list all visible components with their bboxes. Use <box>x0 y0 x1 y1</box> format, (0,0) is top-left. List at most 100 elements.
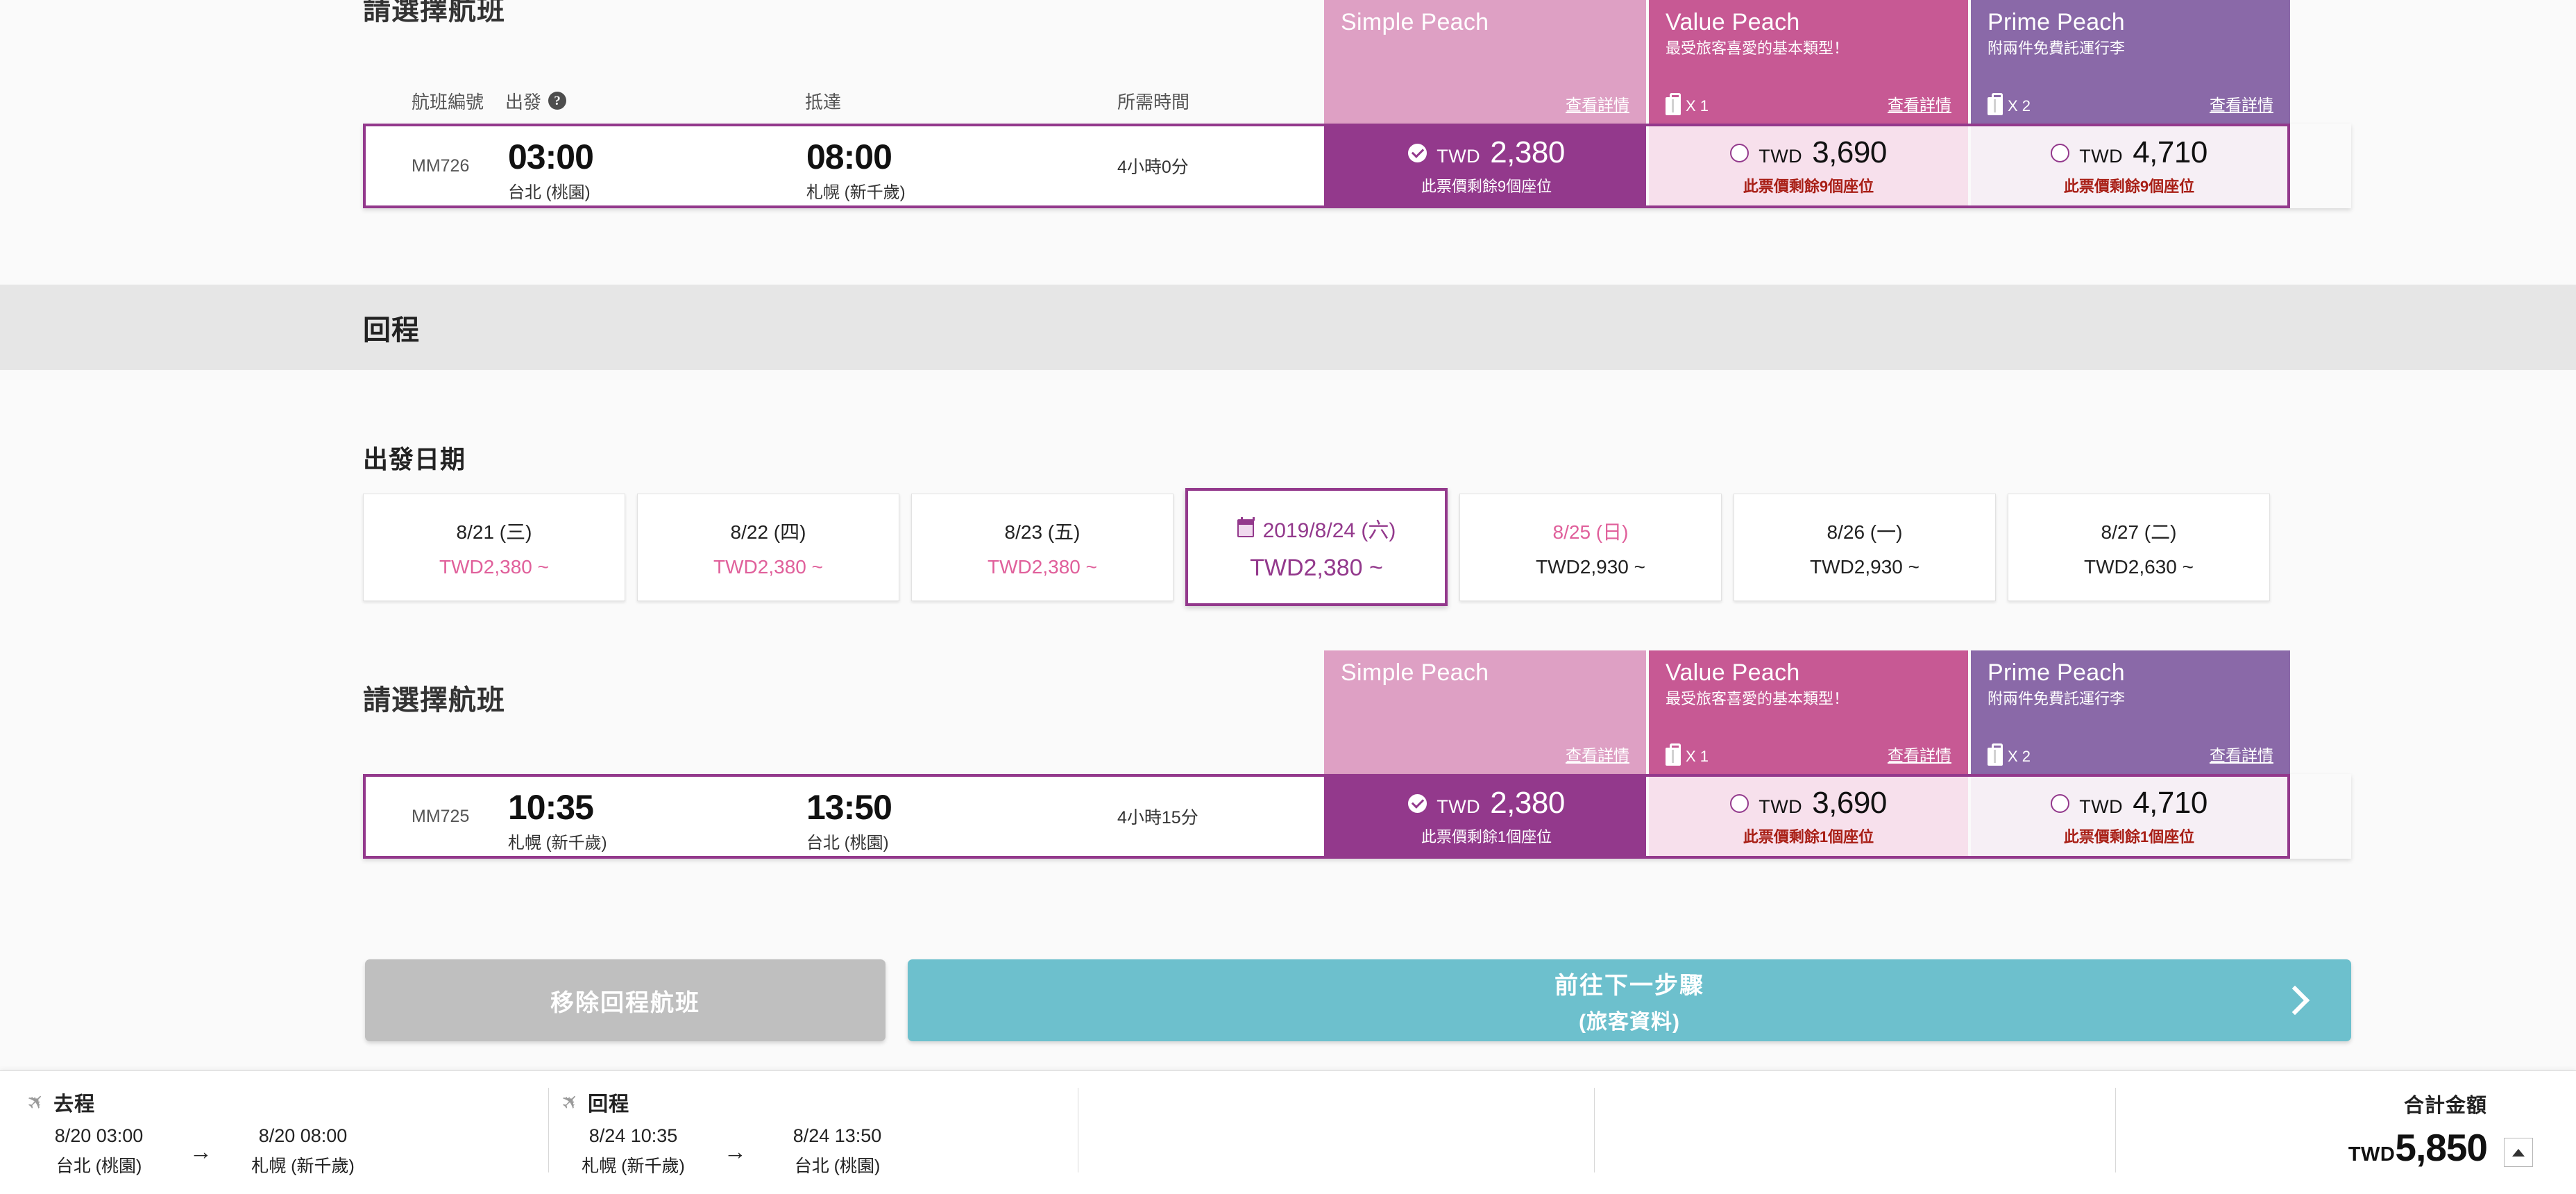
fare-amount: 3,690 <box>1812 135 1887 169</box>
return-flight-info: MM725 10:35 札幌 (新千歲) 13:50 台北 (桃園) 4小時15… <box>363 774 1324 859</box>
fare-option-value-peach[interactable]: TWD 3,690 此票價剩餘1個座位 <box>1646 777 1968 856</box>
expand-summary-button[interactable] <box>2504 1138 2533 1167</box>
fare-header-simple-peach: Simple Peach 查看詳情 <box>1324 0 1646 124</box>
date-cell-4[interactable]: 8/25 (日) TWD2,930 ~ <box>1459 494 1722 601</box>
fare-currency: TWD <box>2079 796 2124 817</box>
summary-arrive-airport: 台北 (桃園) <box>794 1157 881 1176</box>
fare-amount: 4,710 <box>2133 786 2208 820</box>
date-cell-price: TWD2,380 ~ <box>713 555 823 578</box>
date-cell-date: 2019/8/24 (六) <box>1262 519 1396 542</box>
return-flight-row[interactable]: MM725 10:35 札幌 (新千歲) 13:50 台北 (桃園) 4小時15… <box>363 774 2351 859</box>
fare-header-name: Simple Peach <box>1341 659 1489 686</box>
date-cell-2[interactable]: 8/23 (五) TWD2,380 ~ <box>911 494 1173 601</box>
outbound-flight-row[interactable]: MM726 03:00 台北 (桃園) 08:00 札幌 (新千歲) 4小時0分… <box>363 124 2351 208</box>
fare-header-subtitle: 最受旅客喜愛的基本類型！ <box>1666 690 1849 708</box>
date-cell-price: TWD2,380 ~ <box>988 555 1097 578</box>
date-cell-price: TWD2,380 ~ <box>1250 554 1383 581</box>
suitcase-icon <box>1988 743 2003 766</box>
radio-selected-icon[interactable] <box>1408 143 1427 162</box>
total-label: 合計金額 <box>2403 1095 2487 1117</box>
summary-depart-airport: 台北 (桃園) <box>56 1157 142 1176</box>
baggage-count: X 2 <box>2008 748 2031 765</box>
radio-unselected-icon[interactable] <box>2051 793 2070 813</box>
date-cell-selected[interactable]: 2019/8/24 (六) TWD2,380 ~ <box>1185 488 1448 606</box>
flight-number: MM725 <box>412 806 470 826</box>
fare-header-detail-link[interactable]: 查看詳情 <box>1888 92 1951 115</box>
date-cell-1[interactable]: 8/22 (四) TWD2,380 ~ <box>637 494 899 601</box>
depart-airport: 台北 (桃園) <box>508 183 591 202</box>
fare-header-detail-link[interactable]: 查看詳情 <box>1566 742 1629 766</box>
total-amount: 5,850 <box>2395 1126 2488 1169</box>
outbound-flight-info: MM726 03:00 台北 (桃園) 08:00 札幌 (新千歲) 4小時0分 <box>363 124 1324 208</box>
fare-header-detail-link[interactable]: 查看詳情 <box>1566 92 1629 115</box>
suitcase-icon <box>1666 743 1681 766</box>
summary-arrive-time: 8/24 13:50 <box>793 1125 882 1146</box>
seats-remaining: 此票價剩餘9個座位 <box>2063 178 2195 195</box>
suitcase-icon <box>1988 93 2003 115</box>
depart-time: 03:00 <box>508 137 594 176</box>
arrive-airport: 台北 (桃園) <box>806 833 889 852</box>
outbound-select-flight-title: 請選擇航班 <box>363 0 505 26</box>
fare-header-detail-link[interactable]: 查看詳情 <box>1888 742 1951 766</box>
fare-option-prime-peach[interactable]: TWD 4,710 此票價剩餘9個座位 <box>1968 126 2290 205</box>
seats-remaining: 此票價剩餘9個座位 <box>1743 178 1874 195</box>
fare-header-value-peach: Value Peach 最受旅客喜愛的基本類型！ X 1 查看詳情 <box>1646 0 1968 124</box>
seats-remaining: 此票價剩餘1個座位 <box>2063 828 2195 846</box>
arrive-time: 08:00 <box>806 137 892 176</box>
fare-currency: TWD <box>2079 146 2124 167</box>
radio-selected-icon[interactable] <box>1408 793 1427 813</box>
column-header-depart-label: 出發 <box>505 91 542 112</box>
column-header-duration: 所需時間 <box>1117 91 1190 112</box>
date-cell-date: 8/25 (日) <box>1552 521 1629 543</box>
fare-option-simple-peach[interactable]: TWD 2,380 此票價剩餘9個座位 <box>1324 126 1646 205</box>
fare-currency: TWD <box>1759 146 1803 167</box>
arrive-airport: 札幌 (新千歲) <box>806 183 906 202</box>
date-cell-5[interactable]: 8/26 (一) TWD2,930 ~ <box>1734 494 1996 601</box>
radio-unselected-icon[interactable] <box>1730 143 1749 162</box>
remove-return-flight-button[interactable]: 移除回程航班 <box>365 959 886 1041</box>
date-cell-date: 8/27 (二) <box>2101 521 2177 543</box>
depart-time: 10:35 <box>508 788 594 827</box>
radio-unselected-icon[interactable] <box>1730 793 1749 813</box>
date-cell-price: TWD2,930 ~ <box>1536 555 1645 578</box>
fare-amount: 2,380 <box>1490 135 1565 169</box>
fare-option-value-peach[interactable]: TWD 3,690 此票價剩餘9個座位 <box>1646 126 1968 205</box>
date-cell-0[interactable]: 8/21 (三) TWD2,380 ~ <box>363 494 625 601</box>
baggage-count: X 1 <box>1686 97 1709 115</box>
summary-inbound-leg: ✈ 回程 8/24 10:35 札幌 (新千歲) → 8/24 13:50 台北… <box>557 1088 908 1177</box>
fare-option-simple-peach[interactable]: TWD 2,380 此票價剩餘1個座位 <box>1324 777 1646 856</box>
date-cell-6[interactable]: 8/27 (二) TWD2,630 ~ <box>2008 494 2270 601</box>
seats-remaining: 此票價剩餘9個座位 <box>1421 178 1552 195</box>
fare-option-prime-peach[interactable]: TWD 4,710 此票價剩餘1個座位 <box>1968 777 2290 856</box>
arrow-right-icon: → <box>189 1138 212 1164</box>
return-fare-class-headers: Simple Peach 查看詳情 Value Peach 最受旅客喜愛的基本類… <box>1324 650 2290 774</box>
summary-arrive-airport: 札幌 (新千歲) <box>251 1157 355 1176</box>
fare-header-prime-peach: Prime Peach 附兩件免費託運行李 X 2 查看詳情 <box>1968 0 2290 124</box>
fare-header-name: Value Peach <box>1666 659 1800 686</box>
column-header-arrive: 抵達 <box>805 91 842 112</box>
fare-header-name: Simple Peach <box>1341 9 1489 35</box>
column-header-flight-no: 航班編號 <box>412 91 484 112</box>
baggage-allowance: X 2 <box>1988 743 2031 766</box>
flight-selection-page: 請選擇航班 航班編號 出發 ? 抵達 所需時間 Simple Peach 查看詳… <box>0 0 2576 1194</box>
fare-header-detail-link[interactable]: 查看詳情 <box>2210 742 2273 766</box>
fare-currency: TWD <box>1759 796 1803 817</box>
baggage-allowance: X 1 <box>1666 93 1709 115</box>
arrive-block: 08:00 札幌 (新千歲) <box>806 139 906 203</box>
booking-summary-bar: ✈ 去程 8/20 03:00 台北 (桃園) → 8/20 08:00 札幌 … <box>0 1070 2576 1194</box>
baggage-count: X 1 <box>1686 748 1709 765</box>
radio-unselected-icon[interactable] <box>2051 143 2070 162</box>
fare-header-simple-peach: Simple Peach 查看詳情 <box>1324 650 1646 774</box>
help-icon[interactable]: ? <box>548 92 567 110</box>
fare-amount: 3,690 <box>1812 786 1887 820</box>
seats-remaining: 此票價剩餘1個座位 <box>1743 828 1874 846</box>
flight-number: MM726 <box>412 155 470 176</box>
fare-header-detail-link[interactable]: 查看詳情 <box>2210 92 2273 115</box>
flight-duration: 4小時15分 <box>1117 808 1198 827</box>
next-step-button[interactable]: 前往下一步驟 (旅客資料) <box>908 959 2351 1041</box>
date-cell-price: TWD2,930 ~ <box>1810 555 1920 578</box>
outbound-flight-block: 請選擇航班 航班編號 出發 ? 抵達 所需時間 Simple Peach 查看詳… <box>0 0 2576 285</box>
fare-header-name: Value Peach <box>1666 9 1800 35</box>
next-step-main-label: 前往下一步驟 <box>1554 972 1704 999</box>
summary-inbound-label: 回程 <box>588 1093 630 1116</box>
